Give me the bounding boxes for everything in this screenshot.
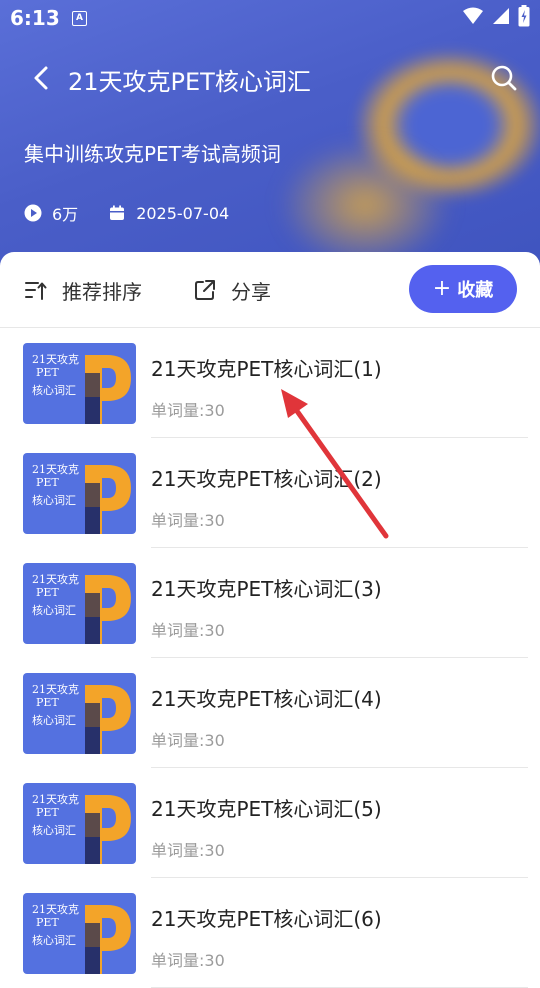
thumbnail-text: 核心词汇 [32,384,76,397]
thumbnail-text: 21天攻克 [32,353,79,366]
thumbnail-text: 核心词汇 [32,494,76,507]
thumbnail-text: 核心词汇 [32,934,76,947]
share-icon [193,278,217,302]
favorite-label: 收藏 [457,280,494,301]
list-item[interactable]: 21天攻克 PET 核心词汇 21天攻克PET核心词汇(4) 单词量:30 [0,658,540,768]
lesson-list: 21天攻克 PET 核心词汇 21天攻克PET核心词汇(1) 单词量:30 21… [0,328,540,988]
search-button[interactable] [488,62,520,94]
thumbnail-text: 21天攻克 [32,903,79,916]
lesson-thumbnail: 21天攻克 PET 核心词汇 [23,563,136,644]
lesson-thumbnail: 21天攻克 PET 核心词汇 [23,783,136,864]
thumbnail-text: 核心词汇 [32,604,76,617]
toolbar: 推荐排序 分享 + 收藏 [0,252,540,328]
thumbnail-text: 核心词汇 [32,824,76,837]
search-icon [491,65,517,91]
sort-button[interactable]: 推荐排序 [24,276,142,304]
lesson-thumbnail: 21天攻克 PET 核心词汇 [23,893,136,974]
item-title: 21天攻克PET核心词汇(2) [151,467,382,491]
thumbnail-text: 21天攻克 [32,683,79,696]
back-button[interactable] [24,60,58,96]
content-panel: 推荐排序 分享 + 收藏 21天攻克 PET 核心词汇 21天攻克PET核心词汇… [0,252,540,988]
publish-date: 2025-07-04 [136,203,230,223]
thumbnail-text: PET [36,696,59,709]
meta-info: 6万 2025-07-04 [24,201,229,225]
signal-icon [492,7,510,29]
header-banner: 6:13 A 21天攻克PET核心词汇 集中训练攻克PET考试高频词 6万 20… [0,0,540,275]
item-word-count: 单词量:30 [151,621,225,640]
thumbnail-text: 21天攻克 [32,463,79,476]
status-time: 6:13 [10,6,60,30]
list-item[interactable]: 21天攻克 PET 核心词汇 21天攻克PET核心词汇(2) 单词量:30 [0,438,540,548]
play-count-icon [24,204,42,222]
back-arrow-icon [34,66,48,90]
thumbnail-text: 21天攻克 [32,793,79,806]
sort-icon [24,278,48,302]
thumbnail-text: PET [36,366,59,379]
lesson-thumbnail: 21天攻克 PET 核心词汇 [23,343,136,424]
list-item[interactable]: 21天攻克 PET 核心词汇 21天攻克PET核心词汇(6) 单词量:30 [0,878,540,988]
page-title: 21天攻克PET核心词汇 [68,68,311,96]
status-bar: 6:13 A [0,0,540,36]
list-item[interactable]: 21天攻克 PET 核心词汇 21天攻克PET核心词汇(5) 单词量:30 [0,768,540,878]
share-label: 分享 [231,279,271,304]
favorite-button[interactable]: + 收藏 [409,265,517,313]
list-item[interactable]: 21天攻克 PET 核心词汇 21天攻克PET核心词汇(1) 单词量:30 [0,328,540,438]
item-word-count: 单词量:30 [151,401,225,420]
item-title: 21天攻克PET核心词汇(3) [151,577,382,601]
play-count: 6万 [52,205,79,224]
item-word-count: 单词量:30 [151,841,225,860]
item-title: 21天攻克PET核心词汇(5) [151,797,382,821]
page-subtitle: 集中训练攻克PET考试高频词 [24,142,281,166]
item-word-count: 单词量:30 [151,731,225,750]
plus-icon: + [432,276,452,301]
item-title: 21天攻克PET核心词汇(4) [151,687,382,711]
wifi-icon [462,7,484,29]
item-word-count: 单词量:30 [151,951,225,970]
item-title: 21天攻克PET核心词汇(6) [151,907,382,931]
lesson-thumbnail: 21天攻克 PET 核心词汇 [23,673,136,754]
thumbnail-text: PET [36,806,59,819]
thumbnail-text: PET [36,586,59,599]
thumbnail-text: 核心词汇 [32,714,76,727]
thumbnail-text: PET [36,916,59,929]
share-button[interactable]: 分享 [193,276,271,304]
lesson-thumbnail: 21天攻克 PET 核心词汇 [23,453,136,534]
notification-icon: A [72,11,87,26]
list-item[interactable]: 21天攻克 PET 核心词汇 21天攻克PET核心词汇(3) 单词量:30 [0,548,540,658]
sort-label: 推荐排序 [62,279,142,304]
battery-icon [518,5,530,31]
calendar-icon [108,204,126,222]
thumbnail-text: 21天攻克 [32,573,79,586]
item-word-count: 单词量:30 [151,511,225,530]
item-title: 21天攻克PET核心词汇(1) [151,357,382,381]
thumbnail-text: PET [36,476,59,489]
